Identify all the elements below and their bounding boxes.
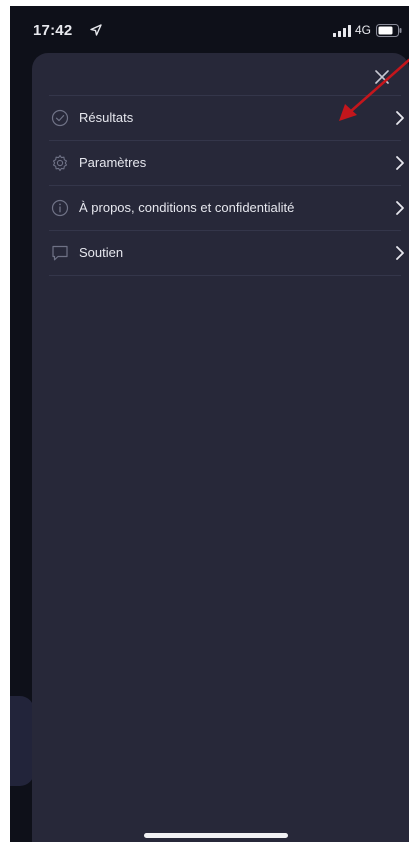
location-arrow-icon	[90, 24, 102, 36]
menu-item-resultats[interactable]: Résultats	[49, 95, 404, 140]
menu-item-label: Résultats	[79, 110, 134, 125]
phone-screen: 17:42 4G Résultats Paramètres À propos, …	[10, 6, 409, 842]
network-type: 4G	[355, 23, 372, 37]
menu-item-label: Soutien	[79, 245, 124, 260]
battery-icon	[376, 24, 402, 37]
menu-list: Résultats Paramètres À propos, condition…	[49, 95, 404, 276]
speech-bubble-icon	[52, 245, 68, 261]
home-indicator	[144, 833, 288, 838]
background-card	[10, 696, 34, 786]
chevron-right-icon	[396, 201, 404, 215]
menu-item-soutien[interactable]: Soutien	[49, 230, 404, 276]
close-icon[interactable]	[370, 65, 394, 89]
menu-item-label: Paramètres	[79, 155, 147, 170]
menu-sheet: Résultats Paramètres À propos, condition…	[32, 53, 409, 842]
menu-item-label: À propos, conditions et confidentialité	[79, 200, 295, 215]
menu-item-parametres[interactable]: Paramètres	[49, 140, 404, 185]
menu-item-a-propos[interactable]: À propos, conditions et confidentialité	[49, 185, 404, 230]
signal-bars-icon	[333, 25, 351, 37]
gear-icon	[52, 154, 68, 172]
status-bar: 17:42 4G	[10, 6, 409, 50]
info-circle-icon	[51, 199, 69, 217]
chevron-right-icon	[396, 246, 404, 260]
check-circle-icon	[51, 109, 69, 127]
chevron-right-icon	[396, 156, 404, 170]
status-time: 17:42	[33, 22, 73, 39]
chevron-right-icon	[396, 111, 404, 125]
